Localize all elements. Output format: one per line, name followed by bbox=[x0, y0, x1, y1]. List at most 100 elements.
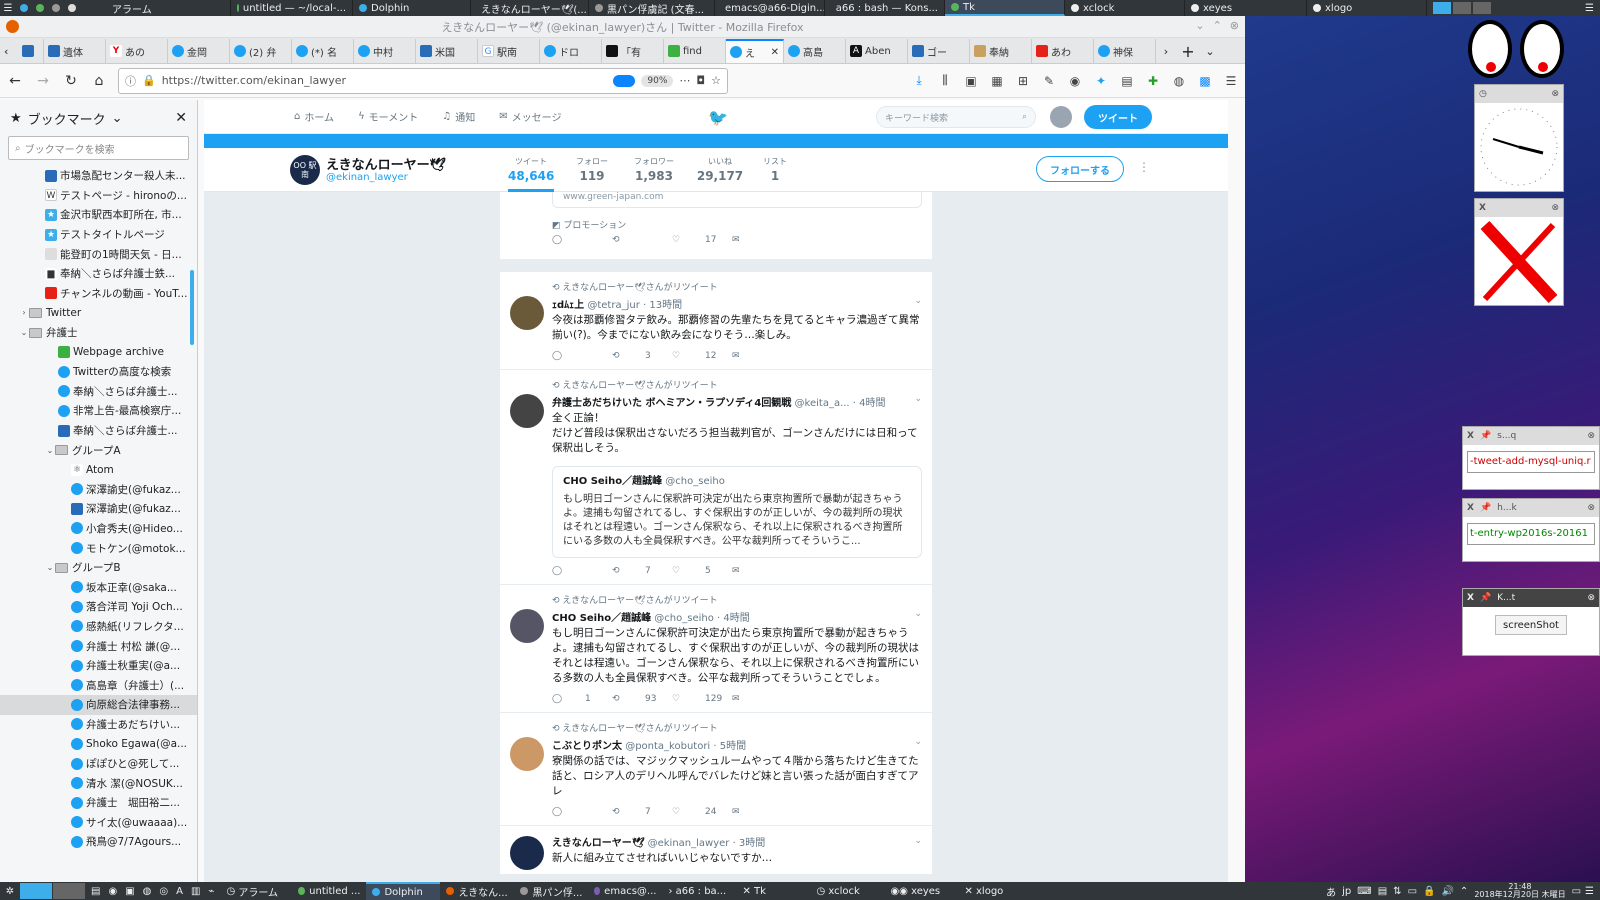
tweet-header[interactable]: CHO Seiho／趙誠峰 @cho_seiho · 4時間 bbox=[552, 609, 922, 624]
twitter-bird-icon[interactable]: 🐦 bbox=[708, 108, 728, 127]
show-desktop-icon[interactable]: ▭ bbox=[1572, 886, 1581, 897]
top-task-kurapan[interactable]: 黒パン俘虜記 (文春... bbox=[589, 0, 715, 16]
tweet-avatar[interactable] bbox=[510, 296, 544, 330]
extension-icon-1[interactable]: ▦ bbox=[989, 73, 1005, 89]
like-button[interactable]: ♡ 129 bbox=[672, 694, 732, 704]
bookmark-item[interactable]: 弁護士あだちけい... bbox=[0, 715, 197, 735]
like-button[interactable]: ♡ 17 bbox=[672, 235, 732, 245]
close-icon[interactable]: ⊗ bbox=[1587, 593, 1595, 603]
stat-likes[interactable]: いいね 29,177 bbox=[696, 156, 744, 183]
tk-window-kt[interactable]: X 📌 K...t ⊗ screenShot bbox=[1462, 588, 1600, 656]
browser2-icon[interactable]: ◎ bbox=[159, 886, 168, 897]
close-icon[interactable]: ✕ bbox=[175, 110, 187, 126]
tweet[interactable]: ⟲ えきなんローヤー🕊さんがリツイート CHO Seiho／趙誠峰 @cho_se… bbox=[500, 585, 932, 713]
tab-12[interactable]: 高島 bbox=[784, 39, 846, 63]
bookmark-item[interactable]: 清水 潔(@NOSUK... bbox=[0, 773, 197, 793]
input-method-icon[interactable]: あ bbox=[1326, 884, 1336, 899]
tweet-avatar[interactable] bbox=[510, 609, 544, 643]
tweet[interactable]: ⟲ えきなんローヤー🕊さんがリツイート ｪdﾑｪ上 @tetra_jur · 13… bbox=[500, 272, 932, 370]
bookmark-item[interactable]: 能登町の1時間天気 - 日... bbox=[0, 244, 197, 264]
panel-menu-icon[interactable]: ☰ bbox=[1585, 3, 1600, 14]
editor-icon[interactable]: ▥ bbox=[191, 886, 200, 897]
stat-lists[interactable]: リスト 1 bbox=[760, 156, 790, 183]
antenna-icon[interactable]: ⌁ bbox=[208, 886, 214, 897]
top-task-xlogo[interactable]: xlogo bbox=[1307, 0, 1427, 16]
pager[interactable] bbox=[20, 883, 85, 899]
screenshot-button[interactable]: screenShot bbox=[1495, 615, 1567, 635]
tk-kt-titlebar[interactable]: X 📌 K...t ⊗ bbox=[1463, 589, 1599, 607]
reply-button[interactable]: ◯ bbox=[552, 807, 612, 817]
extension-icon-6[interactable]: ◍ bbox=[1171, 73, 1187, 89]
tab-close-icon[interactable]: ✕ bbox=[771, 47, 779, 58]
tk-window-hk[interactable]: X 📌 h...k ⊗ t-entry-wp2016s-20161 bbox=[1462, 498, 1600, 562]
bookmark-item[interactable]: チャンネルの動画 - YouT... bbox=[0, 284, 197, 304]
tweet-header[interactable]: 弁護士あだちけいた ボヘミアン・ラプソディ4回観戦 @keita_a... · … bbox=[552, 394, 922, 409]
tray-expand-icon[interactable]: ⌃ bbox=[1460, 886, 1468, 897]
tab-3[interactable]: (2) 弁 bbox=[230, 39, 292, 63]
tab-0[interactable]: 遺体 bbox=[44, 39, 106, 63]
bookmark-item[interactable]: ⌄ 弁護士 bbox=[0, 323, 197, 343]
tab-5[interactable]: 中村 bbox=[354, 39, 416, 63]
stat-followers[interactable]: フォロワー 1,983 bbox=[628, 156, 680, 183]
sidebar-toggle-icon[interactable]: ▣ bbox=[963, 73, 979, 89]
hamburger-menu-icon[interactable]: ☰ bbox=[1223, 73, 1239, 89]
stat-tweets[interactable]: ツイート 48,646 bbox=[508, 156, 554, 192]
user-avatar[interactable] bbox=[1050, 106, 1072, 128]
retweet-button[interactable]: ⟲ bbox=[612, 235, 672, 245]
tk-hk-field[interactable]: t-entry-wp2016s-20161 bbox=[1467, 523, 1595, 545]
bookmark-item[interactable]: ★ 金沢市駅西本町所在, 市... bbox=[0, 205, 197, 225]
bottom-task-tk[interactable]: ✕ Tk bbox=[736, 882, 810, 900]
network-icon[interactable]: ⇅ bbox=[1393, 886, 1401, 897]
bookmark-item[interactable]: ▆ 奉納＼さらば弁護士鉄... bbox=[0, 264, 197, 284]
bookmark-item[interactable]: 市場急配センター殺人未... bbox=[0, 166, 197, 186]
chevron-down-icon[interactable]: ⌄ bbox=[19, 328, 29, 337]
bookmark-item[interactable]: 高島章（弁護士）(... bbox=[0, 675, 197, 695]
xlogo-window[interactable]: X ⊗ bbox=[1474, 198, 1564, 306]
app-launcher-icon[interactable]: ✲ bbox=[0, 886, 20, 897]
bookmark-item[interactable]: ⌄ グループB bbox=[0, 558, 197, 578]
close-icon[interactable]: ⊗ bbox=[1551, 89, 1559, 99]
tweet-avatar[interactable] bbox=[510, 836, 544, 870]
chevron-down-icon[interactable]: ⌄ bbox=[914, 836, 922, 846]
library-icon[interactable]: ⫼ bbox=[937, 73, 953, 89]
chevron-down-icon[interactable]: ⌄ bbox=[45, 446, 55, 455]
extension-toggle-icon[interactable] bbox=[613, 74, 636, 87]
window-titlebar[interactable]: えきなんローヤー🕊 (@ekinan_lawyer)さん | Twitter -… bbox=[0, 16, 1245, 38]
nav-notifications[interactable]: ♫ 通知 bbox=[442, 109, 475, 124]
top-task-tk[interactable]: Tk bbox=[945, 0, 1065, 16]
bottom-task-xlogo[interactable]: ✕ xlogo bbox=[958, 882, 1032, 900]
search-icon[interactable]: ⌕ bbox=[1022, 112, 1027, 122]
bottom-task-konsole[interactable]: › a66 : ba... bbox=[662, 882, 736, 900]
lock-icon[interactable]: 🔒 bbox=[1423, 886, 1435, 897]
bookmark-item[interactable]: 非常上告-最高検察庁... bbox=[0, 401, 197, 421]
globe-icon[interactable]: ◉ bbox=[108, 886, 117, 897]
tab-16[interactable]: あわ bbox=[1032, 39, 1094, 63]
chevron-down-icon[interactable]: ⌄ bbox=[112, 111, 123, 126]
tweet-header[interactable]: えきなんローヤー🕊 @ekinan_lawyer · 3時間 bbox=[552, 834, 922, 849]
top-task-firefox[interactable]: えきなんローヤー🕊(... bbox=[471, 0, 589, 16]
maximize-icon[interactable]: ⌃ bbox=[1213, 19, 1222, 32]
tk-sq-field[interactable]: -tweet-add-mysql-uniq.r bbox=[1467, 451, 1595, 473]
top-task-konsole[interactable]: a66 : bash — Kons... bbox=[825, 0, 945, 16]
dm-button[interactable]: ✉ bbox=[732, 566, 792, 576]
stat-following[interactable]: フォロー 119 bbox=[570, 156, 614, 183]
twitter-extension-icon[interactable]: ✦ bbox=[1093, 73, 1109, 89]
new-tab-icon[interactable]: + bbox=[1176, 39, 1200, 63]
xlogo-titlebar[interactable]: X ⊗ bbox=[1475, 199, 1563, 217]
bookmark-search-input[interactable]: ⌕ ブックマークを検索 bbox=[8, 136, 189, 160]
chevron-down-icon[interactable]: ⌄ bbox=[914, 737, 922, 747]
bookmark-item[interactable]: 坂本正幸(@saka... bbox=[0, 577, 197, 597]
tab-1[interactable]: Y あの bbox=[106, 39, 168, 63]
profile-handle[interactable]: @ekinan_lawyer bbox=[326, 172, 408, 183]
minimize-icon[interactable]: ⌄ bbox=[1195, 19, 1204, 32]
bookmark-item[interactable]: 小倉秀夫(@Hideo... bbox=[0, 519, 197, 539]
bookmark-item[interactable]: 弁護士 村松 謙(@... bbox=[0, 636, 197, 656]
page-actions-icon[interactable]: ⋯ bbox=[679, 74, 690, 87]
clock[interactable]: 21:48 2018年12月20日 木曜日 bbox=[1474, 883, 1565, 899]
tab-13[interactable]: A Aben bbox=[846, 39, 908, 63]
close-icon[interactable]: ⊗ bbox=[1230, 19, 1239, 32]
bookmark-item[interactable]: ★ テストタイトルページ bbox=[0, 225, 197, 245]
promo-card[interactable]: www.green-japan.com bbox=[552, 192, 922, 208]
retweet-button[interactable]: ⟲ 7 bbox=[612, 566, 672, 576]
dm-button[interactable]: ✉ bbox=[732, 694, 792, 704]
